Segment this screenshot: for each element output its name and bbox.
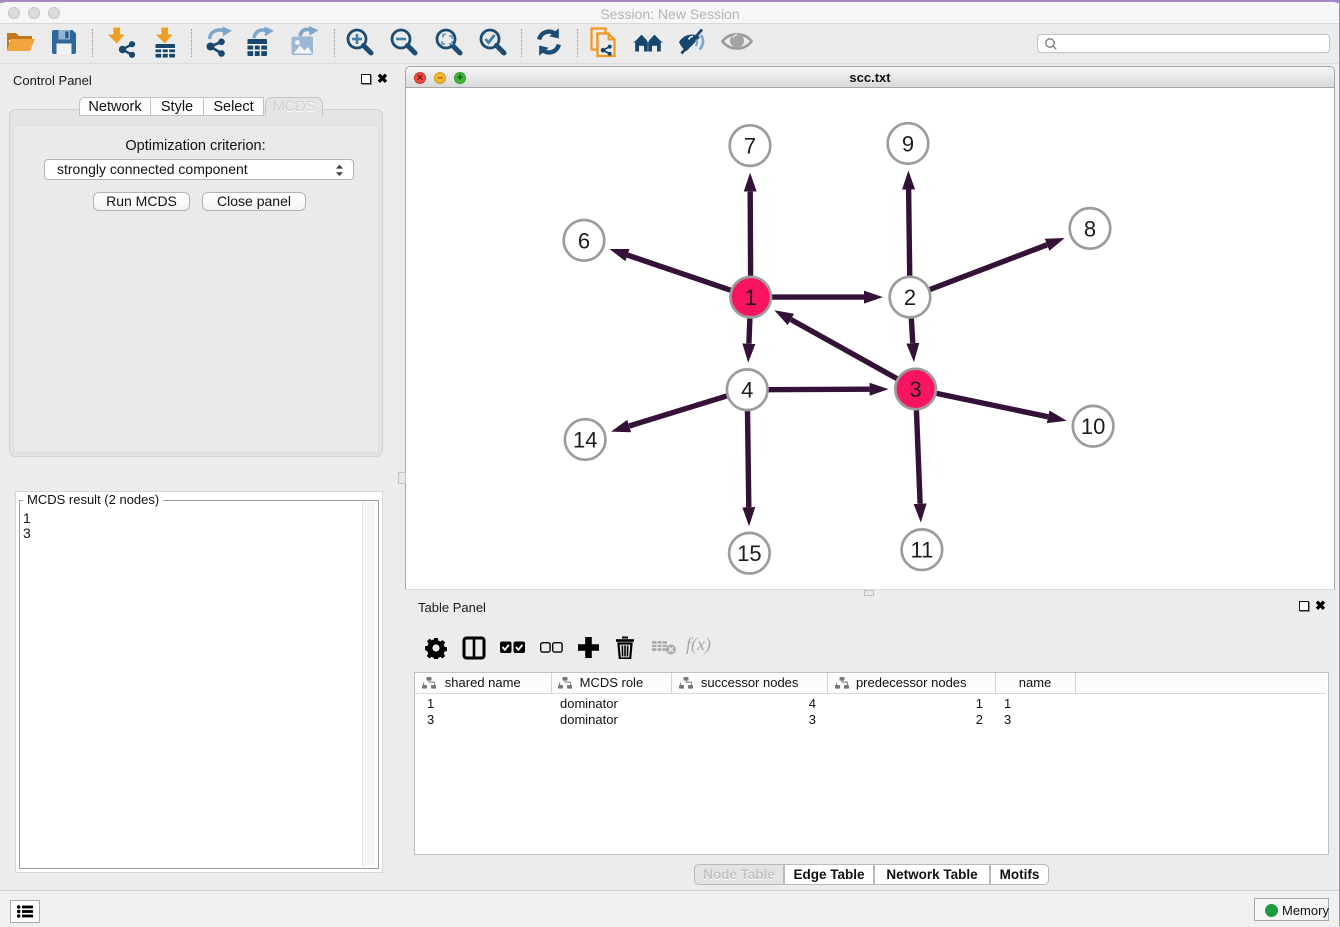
svg-text:3: 3: [909, 377, 921, 402]
svg-text:8: 8: [1084, 216, 1096, 241]
svg-text:6: 6: [578, 228, 590, 253]
svg-text:14: 14: [573, 428, 597, 453]
svg-text:10: 10: [1081, 414, 1105, 439]
svg-text:4: 4: [741, 378, 753, 403]
svg-text:1: 1: [745, 285, 757, 310]
svg-text:15: 15: [737, 541, 761, 566]
svg-text:9: 9: [902, 132, 914, 157]
svg-text:2: 2: [904, 285, 916, 310]
svg-text:11: 11: [910, 538, 933, 563]
svg-text:7: 7: [744, 134, 756, 159]
